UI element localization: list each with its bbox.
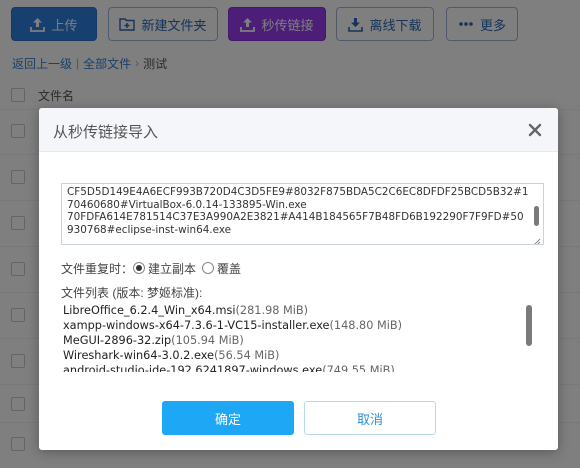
file-size: (105.94 MiB) <box>171 334 244 347</box>
radio-overwrite-label[interactable]: 覆盖 <box>217 260 241 277</box>
rapid-link-text: CF5D5D149E4A6ECF993B720D4C3D5FE9#8032F87… <box>67 186 529 236</box>
import-file-list[interactable]: LibreOffice_6.2.4_Win_x64.msi(281.98 MiB… <box>61 304 546 372</box>
file-list-title: 文件列表 (版本: 梦姬标准): <box>61 286 203 300</box>
file-name: Wireshark-win64-3.0.2.exe <box>63 349 215 362</box>
list-item: android-studio-ide-192.6241897-windows.e… <box>63 364 395 372</box>
list-item: xampp-windows-x64-7.3.6-1-VC15-installer… <box>63 319 402 332</box>
close-icon[interactable] <box>526 121 544 139</box>
dialog-title: 从秒传链接导入 <box>53 124 159 141</box>
file-size: (749.55 MiB) <box>322 364 395 372</box>
rapid-link-import-dialog: 从秒传链接导入 CF5D5D149E4A6ECF993B720D4C3D5FE9… <box>39 108 558 450</box>
list-item: MeGUI-2896-32.zip(105.94 MiB) <box>63 334 244 347</box>
confirm-button[interactable]: 确定 <box>162 401 294 435</box>
file-name: MeGUI-2896-32.zip <box>63 334 172 347</box>
resize-handle-icon[interactable] <box>533 235 541 244</box>
list-item: Wireshark-win64-3.0.2.exe(56.54 MiB) <box>63 349 279 362</box>
file-size: (148.80 MiB) <box>329 319 403 332</box>
cancel-button[interactable]: 取消 <box>304 401 436 435</box>
dialog-header: 从秒传链接导入 <box>39 108 558 152</box>
file-name: android-studio-ide-192.6241897-windows.e… <box>63 364 323 372</box>
radio-create-copy[interactable] <box>133 262 146 274</box>
file-list-scrollbar[interactable] <box>526 305 532 346</box>
file-name: LibreOffice_6.2.4_Win_x64.msi <box>63 304 236 317</box>
textarea-scrollbar[interactable] <box>534 206 539 226</box>
rapid-link-textarea[interactable]: CF5D5D149E4A6ECF993B720D4C3D5FE9#8032F87… <box>61 183 544 245</box>
radio-overwrite[interactable] <box>202 262 215 274</box>
list-item: LibreOffice_6.2.4_Win_x64.msi(281.98 MiB… <box>63 304 308 317</box>
file-size: (281.98 MiB) <box>235 304 309 317</box>
file-name: xampp-windows-x64-7.3.6-1-VC15-installer… <box>63 319 330 332</box>
radio-create-copy-label[interactable]: 建立副本 <box>148 260 196 277</box>
duplicate-label: 文件重复时： <box>61 261 134 276</box>
duplicate-option-row: 文件重复时： 建立副本 覆盖 <box>61 259 247 277</box>
file-size: (56.54 MiB) <box>214 349 280 362</box>
